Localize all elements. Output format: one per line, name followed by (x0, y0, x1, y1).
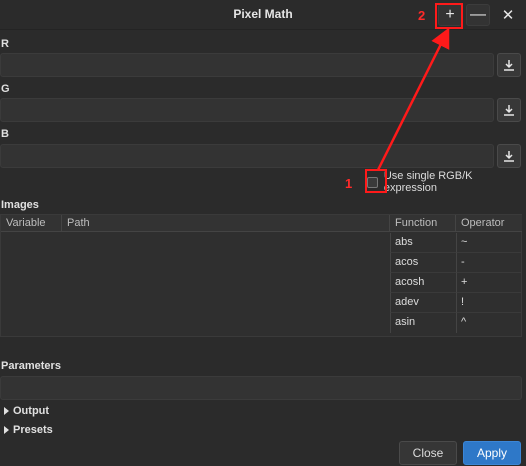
remove-button[interactable]: — (466, 4, 490, 26)
r-label: R (1, 38, 9, 50)
minus-icon: — (470, 6, 486, 23)
single-rgbk-label: Use single RGB/K expression (383, 170, 473, 194)
operator-item[interactable]: ~ (456, 233, 522, 253)
column-header-path[interactable]: Path (62, 215, 390, 232)
presets-label: Presets (13, 424, 53, 436)
function-item[interactable]: adev (390, 293, 456, 313)
close-button[interactable]: Close (399, 441, 457, 465)
output-section-toggle[interactable]: Output (4, 405, 49, 417)
triangle-right-icon (4, 407, 9, 415)
images-table[interactable]: Variable Path Function Operator abs acos… (0, 214, 522, 337)
download-icon (504, 105, 514, 116)
annotation-box-2 (435, 3, 463, 29)
column-header-function[interactable]: Function (390, 215, 456, 232)
g-load-button[interactable] (497, 98, 521, 122)
operator-item[interactable]: + (456, 273, 522, 293)
function-item[interactable]: acos (390, 253, 456, 273)
operator-item[interactable]: ^ (456, 313, 522, 333)
operator-item[interactable]: ! (456, 293, 522, 313)
operator-item[interactable]: - (456, 253, 522, 273)
download-icon (504, 60, 514, 71)
close-window-button[interactable]: ✕ (496, 4, 520, 26)
parameters-field[interactable] (0, 376, 522, 400)
r-expression-field[interactable] (0, 53, 494, 77)
g-expression-field[interactable] (0, 98, 494, 122)
triangle-right-icon (4, 426, 9, 434)
annotation-label-1: 1 (345, 176, 353, 191)
single-rgbk-option[interactable]: Use single RGB/K expression (367, 170, 526, 194)
column-header-operator[interactable]: Operator (456, 215, 522, 232)
annotation-box-1 (365, 169, 387, 193)
images-label: Images (1, 199, 39, 211)
output-label: Output (13, 405, 50, 417)
annotation-label-2: 2 (418, 8, 426, 23)
function-item[interactable]: acosh (390, 273, 456, 293)
parameters-label: Parameters (1, 360, 61, 372)
b-label: B (1, 128, 9, 140)
column-header-variable[interactable]: Variable (1, 215, 62, 232)
function-item[interactable]: abs (390, 233, 456, 253)
download-icon (504, 151, 514, 162)
function-item[interactable]: asin (390, 313, 456, 333)
close-icon: ✕ (501, 7, 515, 24)
apply-button[interactable]: Apply (463, 441, 521, 465)
b-load-button[interactable] (497, 144, 521, 168)
presets-section-toggle[interactable]: Presets (4, 424, 53, 436)
g-label: G (1, 83, 10, 95)
r-load-button[interactable] (497, 53, 521, 77)
b-expression-field[interactable] (0, 144, 494, 168)
